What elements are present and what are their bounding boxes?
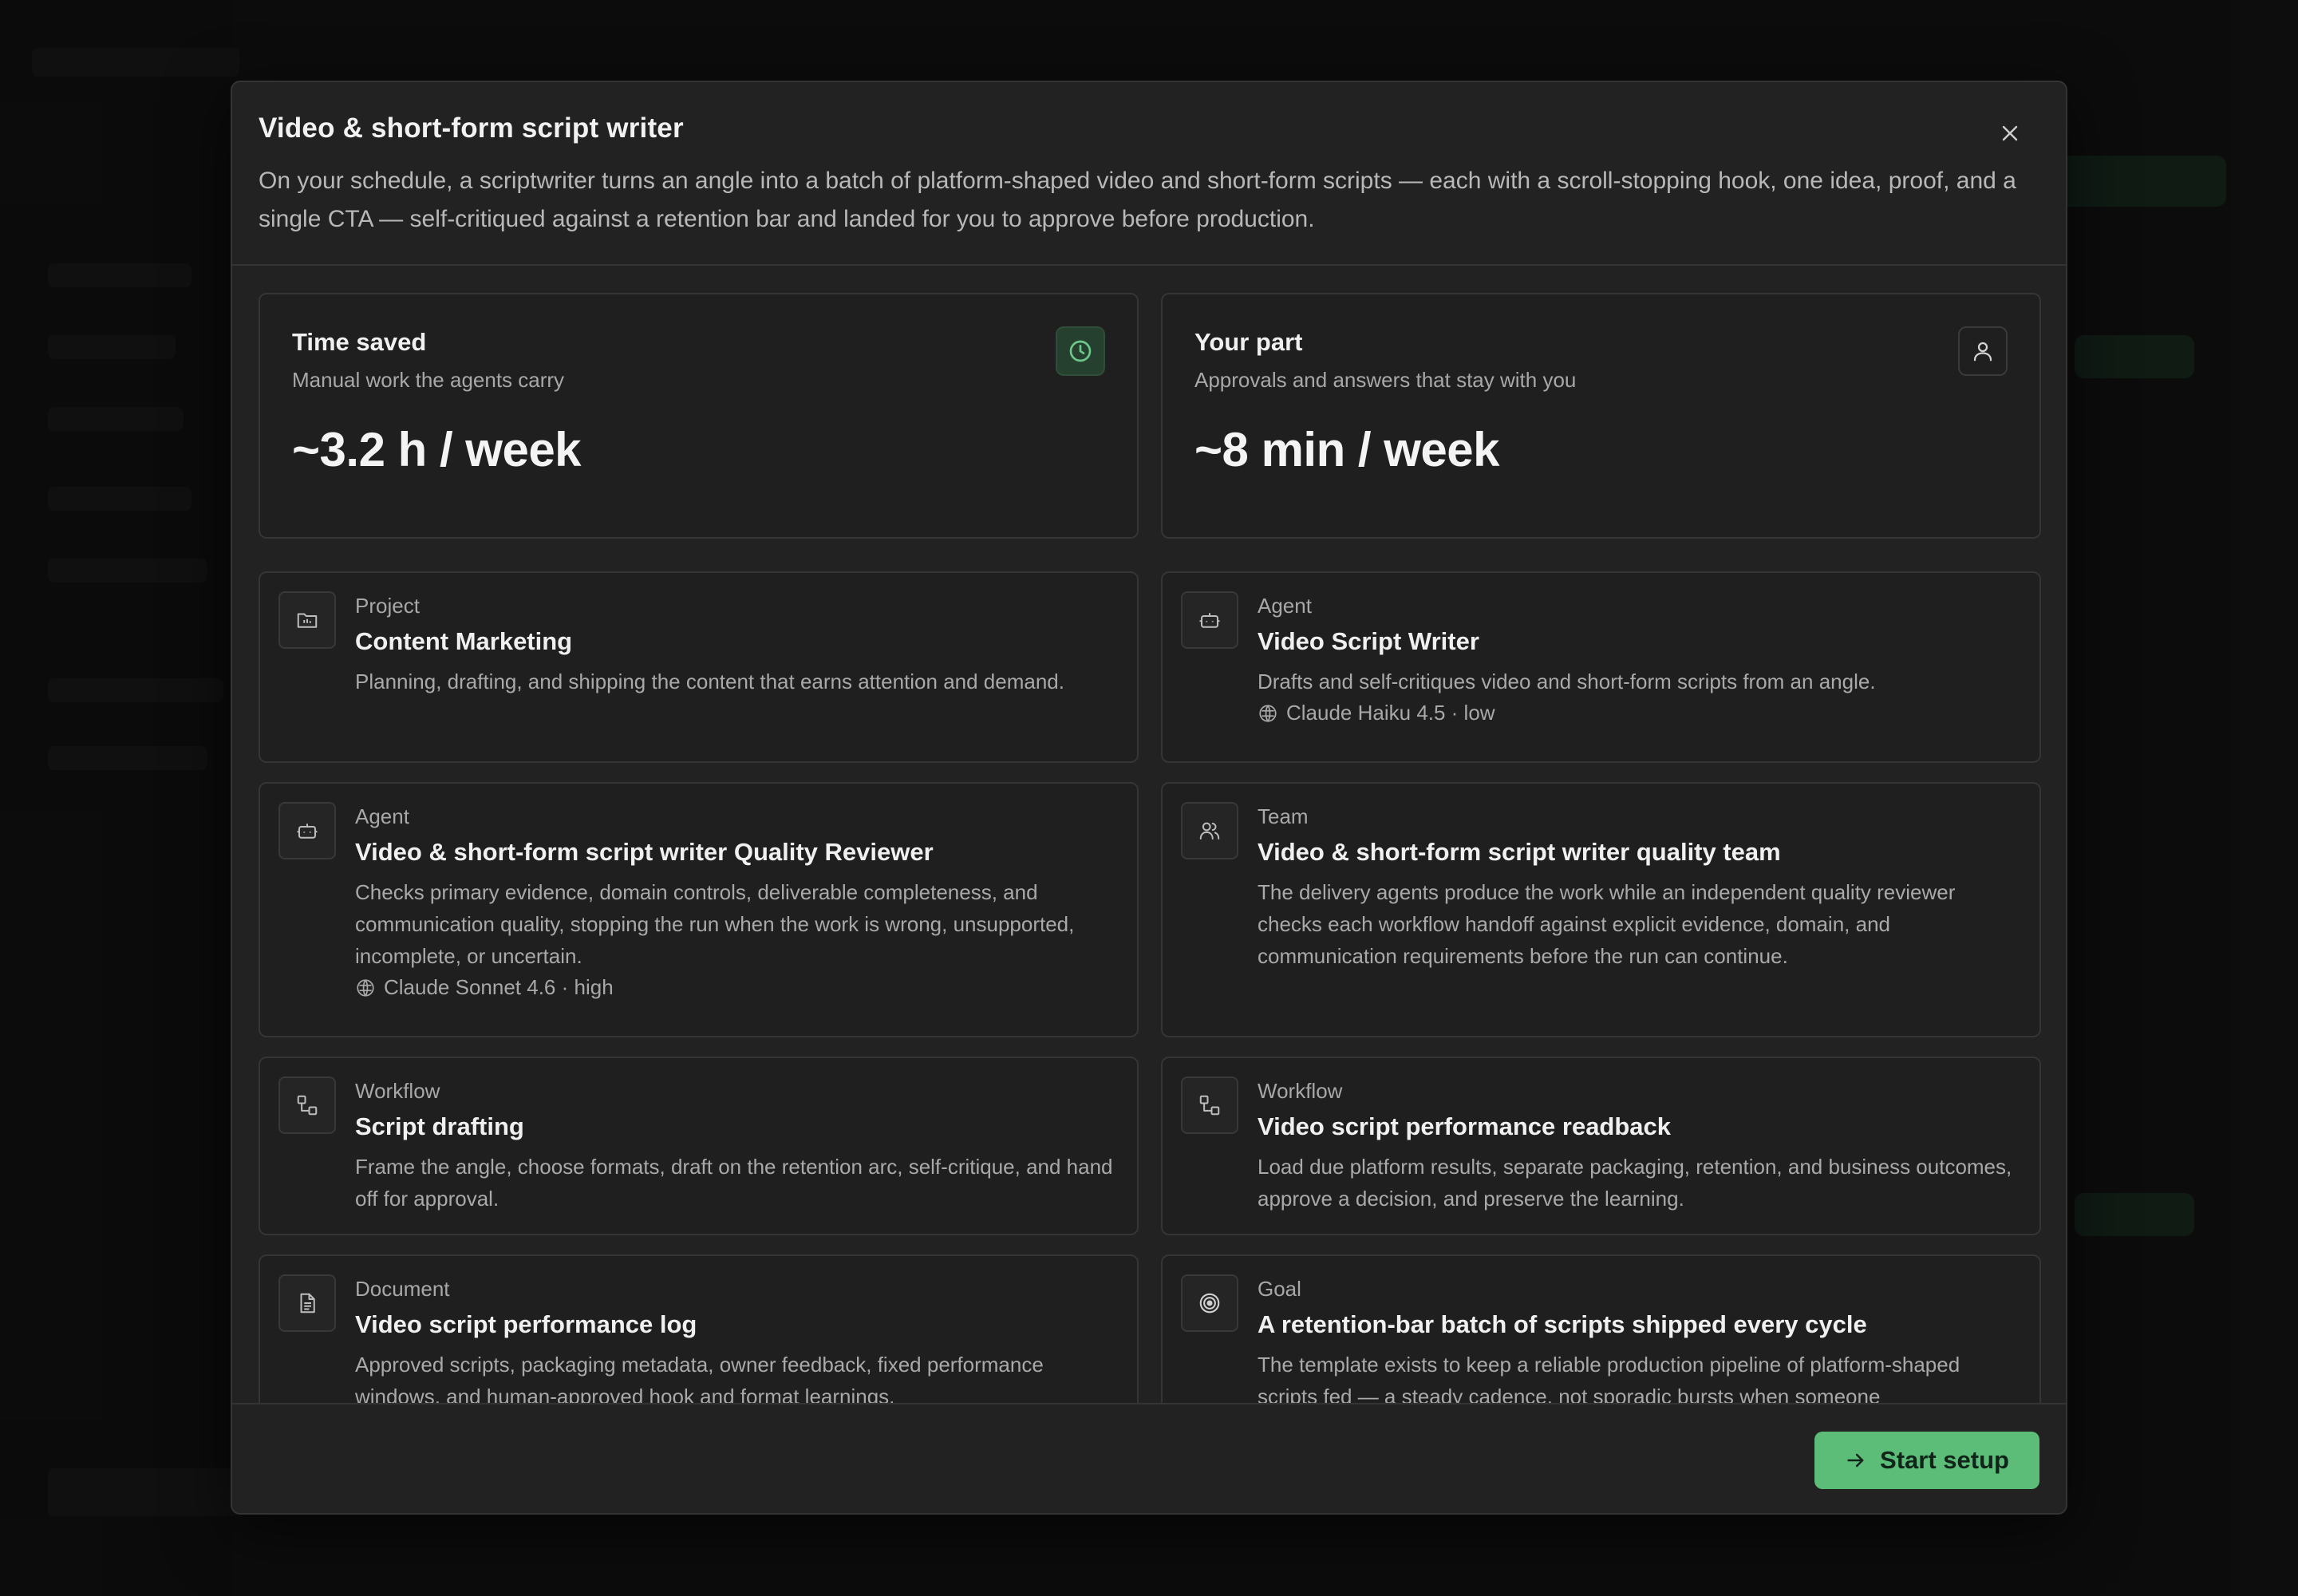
stat-value: ~8 min / week bbox=[1194, 423, 1500, 476]
item-description: The template exists to keep a reliable p… bbox=[1258, 1353, 1960, 1403]
stat-subtitle: Manual work the agents carry bbox=[292, 368, 565, 392]
model-meta: Claude Sonnet 4.6 · high bbox=[355, 975, 614, 1000]
model-icon bbox=[355, 978, 376, 998]
item-description: Checks primary evidence, domain controls… bbox=[355, 880, 1075, 968]
item-kind: Agent bbox=[355, 804, 409, 828]
modal-title: Video & short-form script writer bbox=[259, 113, 684, 144]
stat-subtitle: Approvals and answers that stay with you bbox=[1194, 368, 1577, 392]
workflow-icon bbox=[1181, 1077, 1238, 1134]
item-kind: Workflow bbox=[355, 1079, 440, 1103]
document-icon bbox=[278, 1274, 336, 1332]
bot-icon bbox=[1181, 591, 1238, 649]
target-icon bbox=[1181, 1274, 1238, 1332]
bot-icon bbox=[278, 802, 336, 859]
start-setup-label: Start setup bbox=[1880, 1446, 2009, 1474]
stat-title: Time saved bbox=[292, 328, 427, 356]
item-title: Content Marketing bbox=[355, 627, 573, 655]
item-title: Video & short-form script writer quality… bbox=[1258, 838, 1781, 866]
close-icon bbox=[2000, 124, 2020, 143]
stat-title: Your part bbox=[1194, 328, 1303, 356]
users-icon bbox=[1181, 802, 1238, 859]
item-description: Approved scripts, packaging metadata, ow… bbox=[355, 1353, 1044, 1403]
item-title: Video Script Writer bbox=[1258, 627, 1479, 655]
item-description: Drafts and self-critiques video and shor… bbox=[1258, 670, 1876, 693]
folder-icon bbox=[278, 591, 336, 649]
modal-description: On your schedule, a scriptwriter turns a… bbox=[259, 168, 2016, 232]
stat-value: ~3.2 h / week bbox=[292, 423, 582, 476]
item-card-team[interactable]: Team Video & short-form script writer qu… bbox=[1161, 782, 2041, 1037]
item-description: The delivery agents produce the work whi… bbox=[1258, 880, 1956, 968]
item-kind: Workflow bbox=[1258, 1079, 1343, 1103]
your-part-card: Your part Approvals and answers that sta… bbox=[1161, 293, 2041, 539]
clock-icon bbox=[1056, 326, 1105, 376]
item-description: Planning, drafting, and shipping the con… bbox=[355, 670, 1064, 693]
item-kind: Team bbox=[1258, 804, 1309, 828]
start-setup-button[interactable]: Start setup bbox=[1814, 1432, 2039, 1489]
item-title: Script drafting bbox=[355, 1112, 524, 1140]
item-card-document[interactable]: Document Video script performance log Ap… bbox=[259, 1254, 1139, 1403]
item-card-workflow[interactable]: Workflow Video script performance readba… bbox=[1161, 1057, 2041, 1235]
modal-header: Video & short-form script writer On your… bbox=[232, 82, 2066, 266]
workflow-icon bbox=[278, 1077, 336, 1134]
time-saved-card: Time saved Manual work the agents carry … bbox=[259, 293, 1139, 539]
item-kind: Goal bbox=[1258, 1277, 1301, 1301]
item-kind: Document bbox=[355, 1277, 450, 1301]
item-card-workflow[interactable]: Workflow Script drafting Frame the angle… bbox=[259, 1057, 1139, 1235]
item-card-agent[interactable]: Agent Video Script Writer Drafts and sel… bbox=[1161, 571, 2041, 763]
model-label: Claude Haiku 4.5 · low bbox=[1286, 701, 1495, 725]
item-card-project[interactable]: Project Content Marketing Planning, draf… bbox=[259, 571, 1139, 763]
item-title: A retention-bar batch of scripts shipped… bbox=[1258, 1310, 1867, 1338]
item-title: Video & short-form script writer Quality… bbox=[355, 838, 934, 866]
item-description: Frame the angle, choose formats, draft o… bbox=[355, 1155, 1113, 1211]
item-title: Video script performance log bbox=[355, 1310, 697, 1338]
item-title: Video script performance readback bbox=[1258, 1112, 1672, 1140]
model-label: Claude Sonnet 4.6 · high bbox=[384, 975, 614, 999]
item-kind: Project bbox=[355, 594, 420, 618]
template-modal: Video & short-form script writer On your… bbox=[231, 81, 2067, 1515]
modal-body[interactable]: Time saved Manual work the agents carry … bbox=[232, 266, 2066, 1403]
item-kind: Agent bbox=[1258, 594, 1312, 618]
item-card-goal[interactable]: Goal A retention-bar batch of scripts sh… bbox=[1161, 1254, 2041, 1403]
model-meta: Claude Haiku 4.5 · low bbox=[1258, 701, 1495, 725]
user-icon bbox=[1958, 326, 2008, 376]
close-button[interactable] bbox=[1994, 117, 2026, 149]
item-card-agent[interactable]: Agent Video & short-form script writer Q… bbox=[259, 782, 1139, 1037]
model-icon bbox=[1258, 703, 1278, 724]
item-description: Load due platform results, separate pack… bbox=[1258, 1155, 2012, 1211]
arrow-right-icon bbox=[1845, 1449, 1867, 1472]
modal-footer: Start setup bbox=[232, 1403, 2066, 1513]
